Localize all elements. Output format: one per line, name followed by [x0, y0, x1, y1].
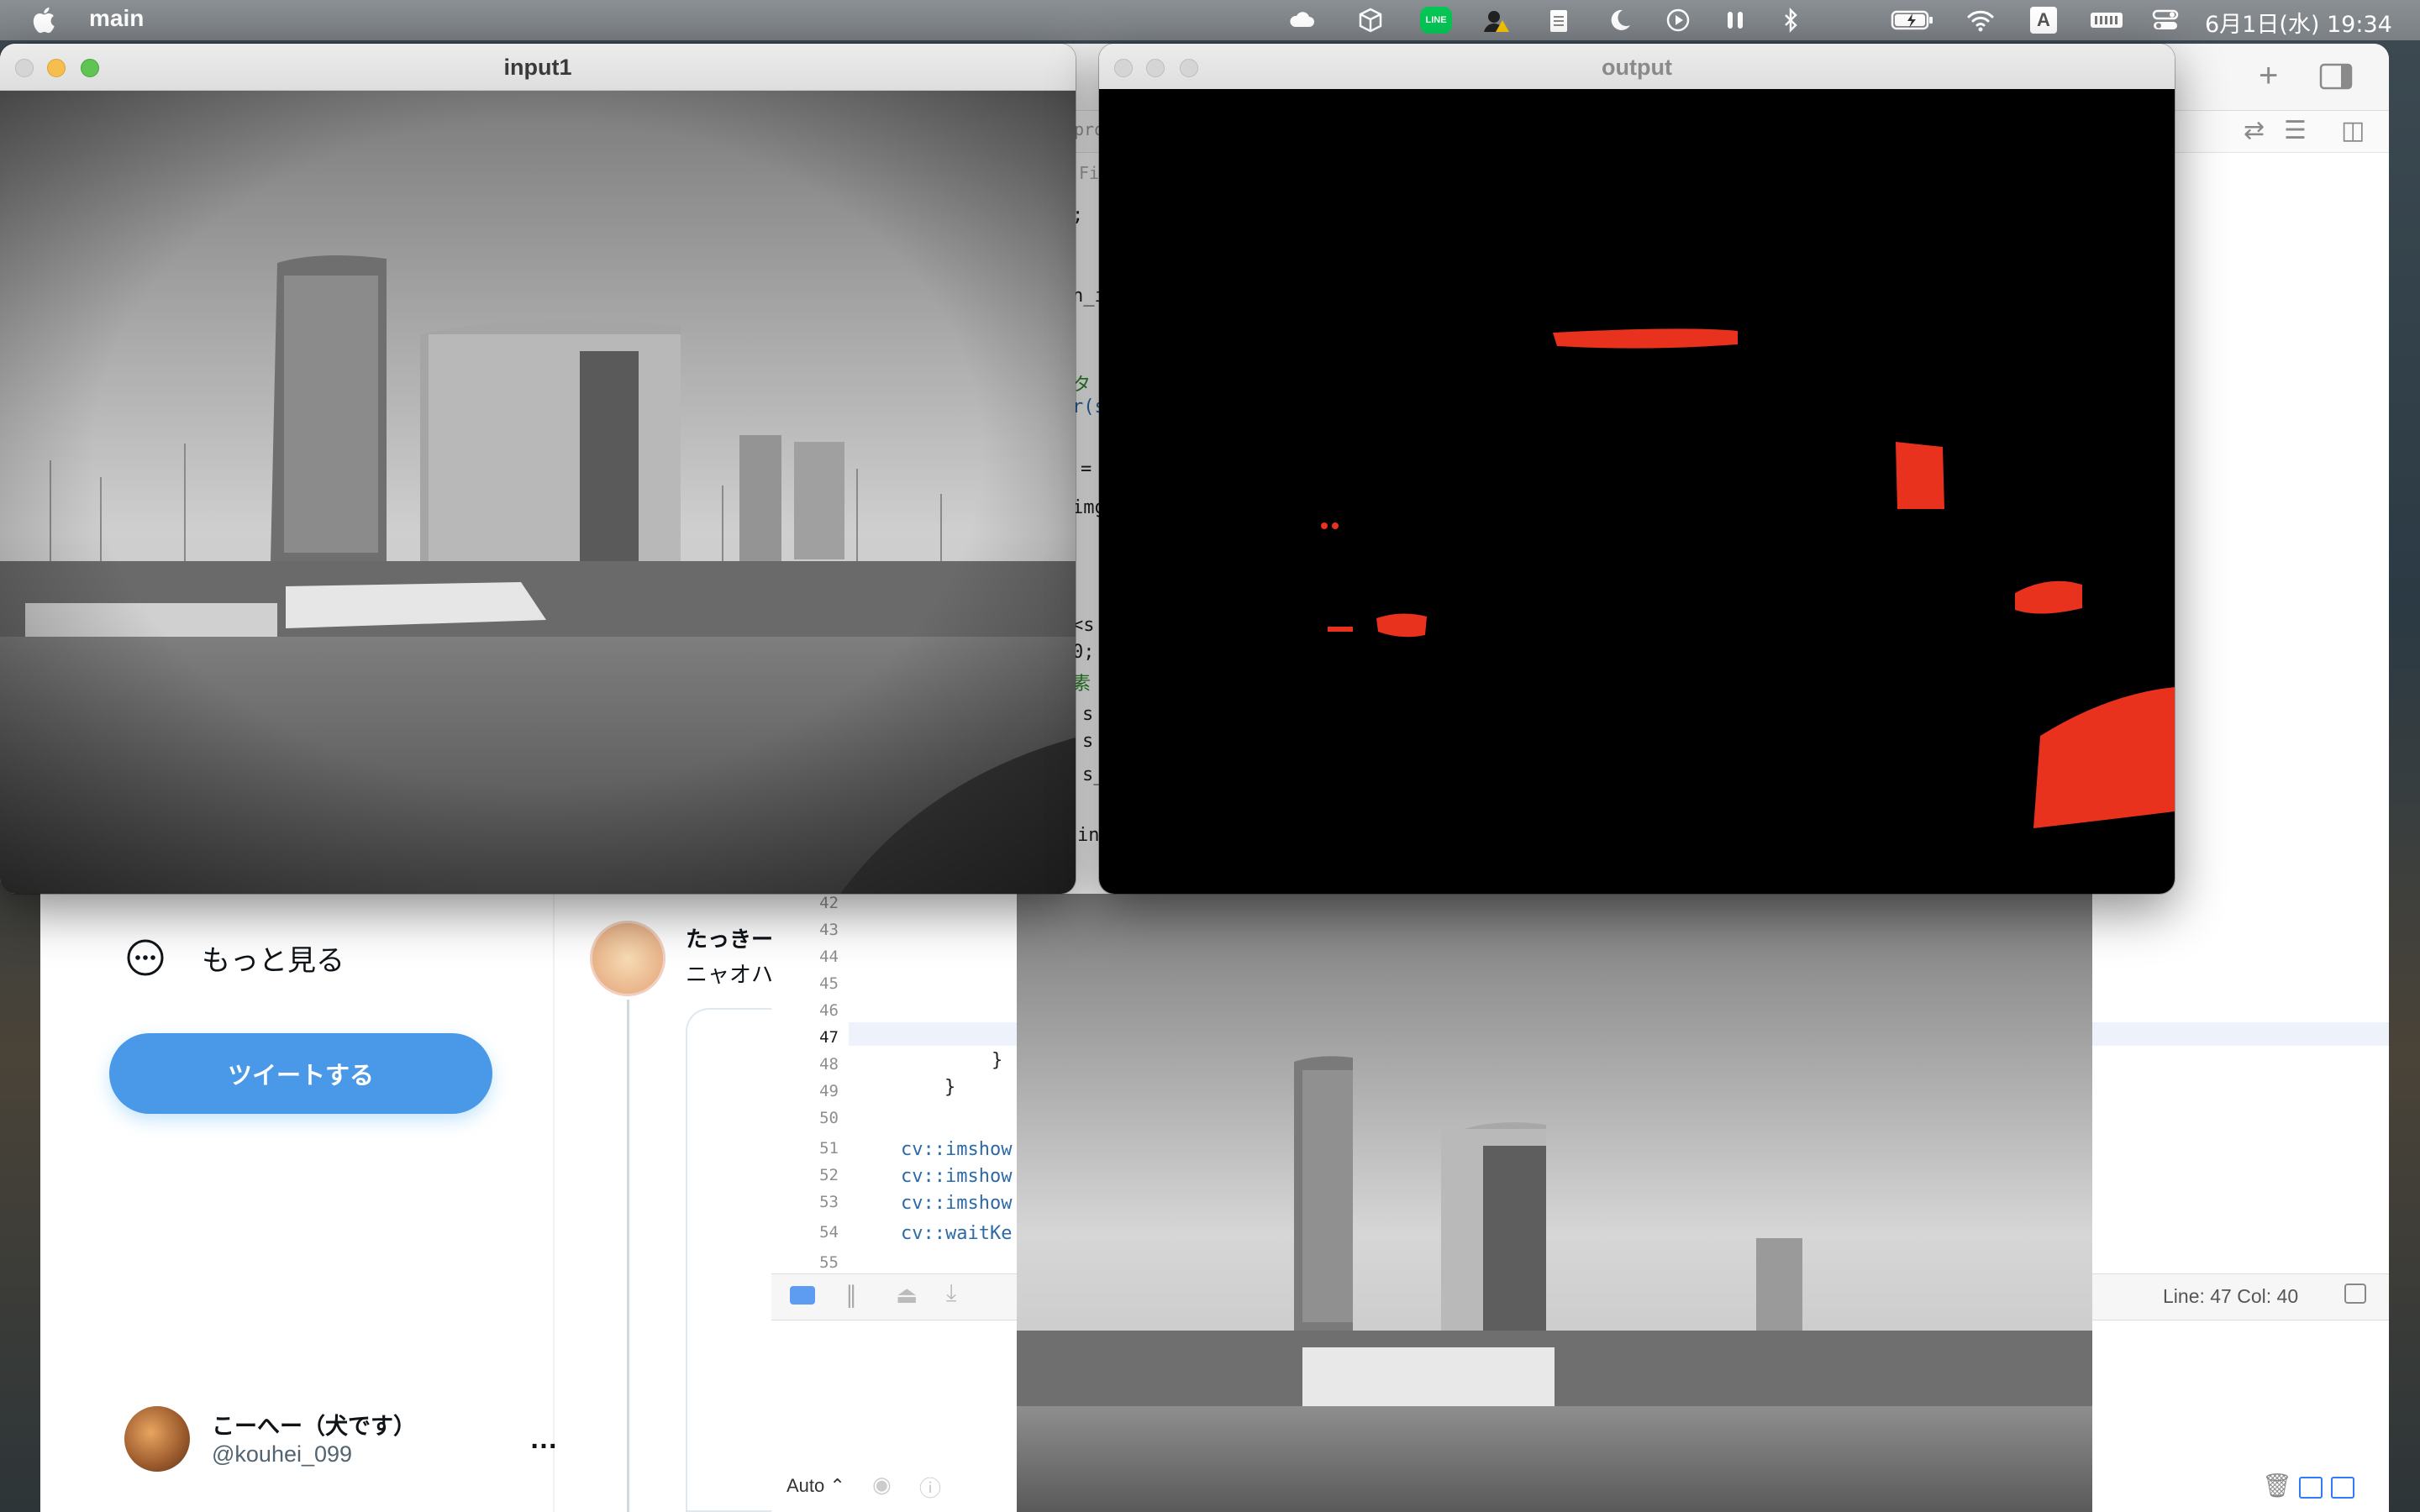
window-title: output	[1602, 55, 1672, 80]
code-line-49[interactable]: }	[944, 1077, 955, 1098]
editor-options-icon[interactable]: ☰	[2284, 116, 2307, 145]
line-number: 43	[819, 921, 839, 939]
moon-icon[interactable]	[1605, 7, 1634, 34]
more-menu-item[interactable]: もっと見る	[124, 932, 345, 983]
code-line-53[interactable]: cv::imshow	[901, 1193, 1012, 1214]
step-into-icon[interactable]: ⤓	[946, 1279, 956, 1307]
line-number: 46	[819, 1001, 839, 1020]
line-number: 49	[819, 1082, 839, 1100]
line-number: 55	[819, 1253, 839, 1272]
output-image	[1099, 89, 2175, 894]
toggle-debug-area-icon[interactable]	[2344, 1284, 2366, 1304]
apple-icon[interactable]	[30, 5, 60, 35]
breakpoints-icon[interactable]	[790, 1286, 815, 1305]
code-line-52[interactable]: cv::imshow	[901, 1166, 1012, 1187]
profile-name: こーへー（犬です）	[212, 1414, 416, 1439]
detected-region	[1321, 522, 1328, 529]
code-fragment: s	[1082, 731, 1094, 752]
input1-window: input1	[0, 44, 1076, 894]
code-fragment: in	[1077, 825, 1100, 846]
harbor-image	[1017, 894, 2092, 1512]
output-titlebar[interactable]: output	[1099, 44, 2175, 91]
code-fragment: s	[1082, 704, 1094, 725]
line-number: 42	[819, 894, 839, 912]
detected-region	[1328, 627, 1353, 632]
variables-scope-select[interactable]: Auto ⌃	[786, 1475, 845, 1497]
detected-region	[2033, 687, 2175, 828]
app-name[interactable]: main	[89, 5, 144, 32]
trash-icon[interactable]: 🗑	[2262, 1472, 2292, 1499]
line-number: 47	[819, 1028, 839, 1047]
sidebar-toggle-icon[interactable]	[2319, 62, 2353, 91]
twitter-feed: たっきー ニャオハ立	[555, 874, 807, 1512]
account-switcher[interactable]: こーへー（犬です） @kouhei_099 …	[124, 1403, 561, 1478]
line-number: 44	[819, 948, 839, 966]
code-line-54[interactable]: cv::waitKe	[901, 1223, 1012, 1244]
keyboard-icon[interactable]	[2089, 7, 2124, 34]
detected-region	[1553, 328, 1738, 349]
bluetooth-icon[interactable]	[1776, 7, 1805, 34]
play-icon[interactable]	[1664, 7, 1692, 34]
code-line-51[interactable]: cv::imshow	[901, 1139, 1012, 1160]
pause-icon[interactable]: ∥	[845, 1281, 857, 1309]
menu-bar: main LINE A 6月1日(水) 19:34	[0, 0, 2420, 40]
battery-icon[interactable]	[1891, 7, 1934, 34]
input-source-icon[interactable]: A	[2030, 7, 2057, 34]
detected-region	[1896, 442, 1944, 509]
profile-handle: @kouhei_099	[212, 1441, 353, 1467]
wifi-icon[interactable]	[1966, 7, 1995, 34]
eye-icon[interactable]: ◉	[872, 1472, 892, 1498]
menu-clock[interactable]: 6月1日(水) 19:34	[2205, 6, 2392, 39]
tweet-button[interactable]: ツイートする	[109, 1033, 492, 1114]
line-number: 51	[819, 1139, 839, 1158]
code-fragment: =	[1081, 459, 1092, 480]
info-icon[interactable]: ⓘ	[919, 1472, 941, 1503]
detected-region	[1332, 522, 1339, 529]
line-number: 50	[819, 1109, 839, 1127]
clipboard-icon[interactable]	[1544, 7, 1573, 34]
avatar	[124, 1406, 190, 1472]
control-center-icon[interactable]	[2151, 7, 2180, 34]
line-number: 53	[819, 1193, 839, 1211]
twitter-window: もっと見る ツイートする こーへー（犬です） @kouhei_099 … たっき…	[40, 874, 803, 1512]
line-number: 48	[819, 1055, 839, 1074]
add-icon[interactable]: +	[2259, 57, 2278, 95]
input-image-window-2	[1017, 894, 2092, 1512]
window-title: input1	[503, 55, 572, 80]
step-over-icon[interactable]: ⏏	[896, 1281, 918, 1309]
thread-line	[627, 1000, 629, 1512]
output-window: output	[1099, 44, 2175, 894]
more-options-icon[interactable]: …	[529, 1423, 558, 1456]
icloud-icon[interactable]	[1287, 7, 1316, 34]
code-line-48[interactable]: }	[992, 1050, 1002, 1071]
tweet-avatar[interactable]	[590, 921, 666, 996]
package-icon[interactable]	[1356, 7, 1385, 34]
cursor-position: Line: 47 Col: 40	[2163, 1285, 2299, 1307]
line-number: 45	[819, 974, 839, 993]
add-editor-icon[interactable]: ◫	[2341, 116, 2365, 145]
more-label: もっと見る	[202, 944, 345, 977]
detection-mask	[1321, 328, 2175, 828]
split-right-icon[interactable]	[2331, 1477, 2354, 1499]
more-circle-icon	[127, 939, 164, 976]
split-left-icon[interactable]	[2299, 1477, 2323, 1499]
tweet-author-name[interactable]: たっきー	[686, 922, 773, 953]
jump-bar-fragment: Fi	[1079, 163, 1100, 183]
detected-region	[2015, 580, 2082, 614]
airpods-icon[interactable]	[1721, 7, 1749, 34]
line-number-gutter: 42 43 44 45 46 47 48 49 50 51 52 53 54 5…	[771, 884, 849, 1272]
input1-image	[0, 91, 1076, 894]
line-number: 52	[819, 1166, 839, 1184]
line-number: 54	[819, 1223, 839, 1242]
user-warning-icon[interactable]	[1482, 7, 1511, 34]
detected-region	[1376, 613, 1427, 638]
input1-titlebar[interactable]: input1	[0, 44, 1076, 91]
twitter-sidebar: もっと見る ツイートする こーへー（犬です） @kouhei_099 …	[40, 874, 558, 1512]
harbor-grayscale-image	[0, 91, 1076, 894]
swap-icon[interactable]: ⇄	[2244, 116, 2265, 145]
line-app-icon[interactable]: LINE	[1420, 7, 1452, 34]
